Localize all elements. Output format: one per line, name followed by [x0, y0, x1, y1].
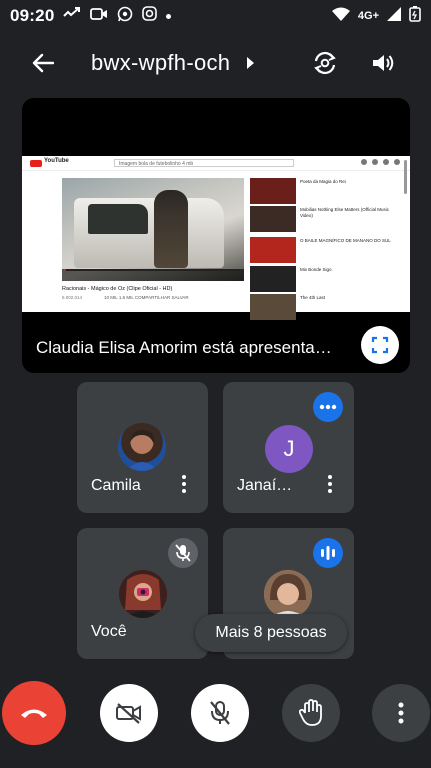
suggestion-item: The 4th Last: [250, 294, 400, 320]
suggestion-title: Poeta da Magia do Rei: [300, 179, 346, 184]
audio-bars-icon: [321, 546, 335, 560]
suggestion-thumbnail: [250, 266, 296, 292]
mic-toggle-button[interactable]: [191, 684, 249, 742]
suggestion-thumbnail: [250, 237, 296, 263]
avatar: [118, 423, 166, 471]
video-frame-person: [154, 190, 188, 268]
shared-scrollbar: [404, 160, 407, 194]
avatar: [264, 570, 312, 618]
suggestion-title: O BAILE MAGNÍFICO DE MANANO DO SUL: [300, 238, 391, 243]
suggestion-title: Mobilias Nothing Else Matters (Official …: [300, 207, 389, 218]
participant-tile-camila[interactable]: Camila: [77, 382, 208, 513]
suggestion-thumbnail: [250, 206, 296, 232]
hand-icon: [299, 699, 322, 726]
audio-output-button[interactable]: [368, 48, 398, 78]
participant-options-button[interactable]: [328, 475, 332, 493]
suggestion-title: The 4th Last: [300, 295, 326, 300]
speaking-indicator: [313, 538, 343, 568]
participant-tile-self[interactable]: Você: [77, 528, 208, 659]
mic-off-icon: [210, 701, 230, 725]
shared-video-title: Racionais - Mágico de Oz (Clipe Oficial …: [62, 286, 173, 292]
presentation-tile[interactable]: YouTube Imagem bola de futebolinho 4 mb …: [22, 98, 410, 373]
back-arrow-icon: [32, 53, 54, 73]
meeting-top-bar: bwx-wpfh-och: [0, 40, 431, 86]
suggestion-thumbnail: [250, 294, 296, 320]
raise-hand-button[interactable]: [282, 684, 340, 742]
avatar: J: [265, 425, 313, 473]
hang-up-icon: [21, 709, 47, 718]
status-left: 09:20: [10, 6, 172, 27]
whatsapp-icon: [117, 6, 133, 27]
shared-search-box: Imagem bola de futebolinho 4 mb: [114, 159, 294, 167]
back-button[interactable]: [28, 48, 58, 78]
battery-icon: [409, 5, 421, 27]
speaking-indicator: [313, 392, 343, 422]
camera-toggle-button[interactable]: [100, 684, 158, 742]
status-bar: 09:20 4G+: [0, 0, 431, 32]
speaker-icon: [373, 55, 394, 71]
shared-video-player: [62, 178, 244, 281]
video-controls: [62, 269, 244, 281]
wifi-icon: [331, 7, 350, 26]
network-type: 4G+: [357, 10, 379, 22]
participant-options-button[interactable]: [182, 475, 186, 493]
mic-off-icon: [175, 544, 191, 562]
camera-off-icon: [116, 703, 141, 724]
fullscreen-icon: [371, 336, 389, 354]
audio-dots-icon: [319, 404, 337, 410]
browser-header: YouTube Imagem bola de futebolinho 4 mb: [22, 156, 410, 171]
suggestion-item: O BAILE MAGNÍFICO DE MANANO DO SUL: [250, 237, 400, 263]
more-vert-icon: [398, 702, 404, 724]
participant-name: Camila: [91, 477, 141, 494]
caret-right-icon[interactable]: [247, 57, 254, 69]
missed-call-icon: [63, 6, 81, 27]
header-icons: [361, 159, 400, 165]
status-right: 4G+: [331, 5, 421, 27]
suggestion-item: Poeta da Magia do Rei: [250, 178, 400, 204]
participant-name: Você: [91, 623, 127, 640]
shared-video-date: 5.002.014: [62, 295, 83, 300]
participant-tile-janai[interactable]: J Janaí…: [223, 382, 354, 513]
fullscreen-button[interactable]: [361, 326, 399, 364]
suggestion-title: Mix Bonde Sigo: [300, 267, 332, 272]
youtube-logo-icon: [30, 160, 42, 167]
suggestion-item: Mix Bonde Sigo: [250, 266, 400, 292]
end-call-button[interactable]: [2, 681, 66, 745]
participant-name: Janaí…: [237, 477, 293, 494]
signal-icon: [387, 6, 401, 26]
instagram-icon: [142, 6, 158, 26]
status-time: 09:20: [10, 6, 55, 25]
shared-video-actions: 10 MIL 1,6 MIL COMPARTILHAR SALVAR: [104, 295, 189, 300]
notification-dot-icon: [166, 13, 172, 19]
meeting-code-title[interactable]: bwx-wpfh-och: [91, 50, 230, 76]
presenter-caption: Claudia Elisa Amorim está apresenta…: [36, 338, 332, 357]
suggestion-thumbnail: [250, 178, 296, 204]
avatar: [119, 570, 167, 618]
video-icon: [90, 7, 108, 26]
shared-screen: YouTube Imagem bola de futebolinho 4 mb …: [22, 156, 410, 320]
youtube-logo-text: YouTube: [44, 158, 69, 164]
muted-indicator: [168, 538, 198, 568]
more-options-button[interactable]: [372, 684, 430, 742]
more-people-chip[interactable]: Mais 8 pessoas: [195, 614, 347, 652]
switch-camera-icon: [314, 51, 336, 75]
suggestion-item: Mobilias Nothing Else Matters (Official …: [250, 206, 400, 232]
switch-camera-button[interactable]: [310, 48, 340, 78]
